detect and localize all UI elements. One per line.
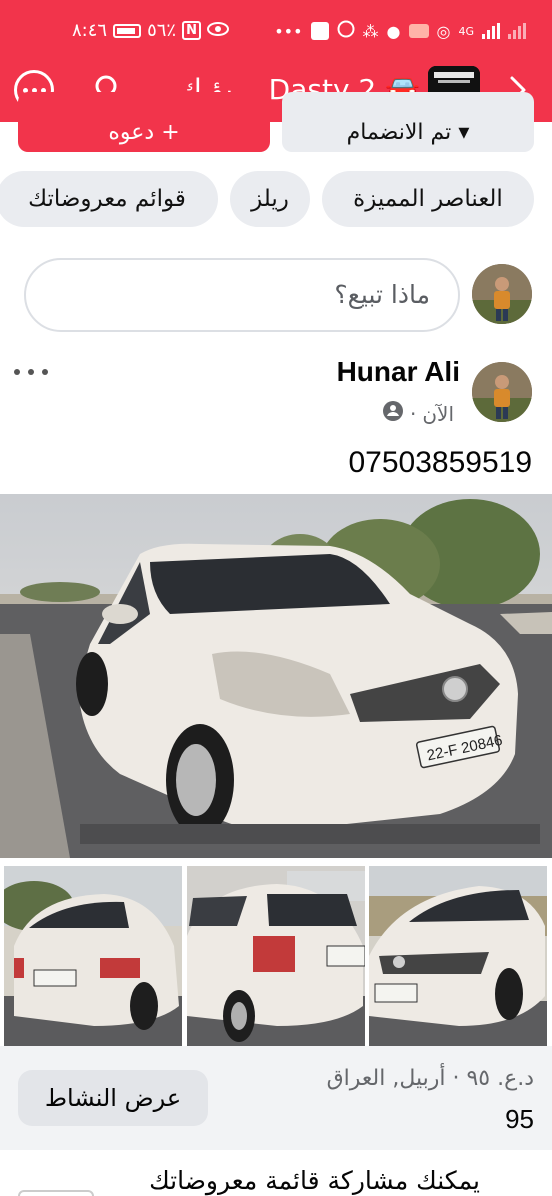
nfc-icon: N: [182, 21, 201, 40]
share-app-icon: ⁂: [362, 21, 379, 41]
chip-featured-items[interactable]: العناصر المميزة: [322, 171, 534, 227]
listing-info-bar: عرض النشاط د.ع. ٩٥ · أربيل, العراق 95: [0, 1046, 552, 1150]
listing-price-location: د.ع. ٩٥ · أربيل, العراق: [326, 1066, 534, 1091]
marketplace-group-screen: ٨:٤٦ ٥٦٪ N ••• ⁂ ● ◎ 4G بؤ ك... Dasty 2 …: [0, 0, 552, 1196]
status-bar: ٨:٤٦ ٥٦٪ N ••• ⁂ ● ◎ 4G: [0, 0, 552, 64]
network-label: 4G: [458, 24, 474, 38]
post-meta: الآن ·: [382, 400, 454, 427]
invite-button[interactable]: دعوه +: [18, 92, 270, 152]
app-badge-icon: [408, 24, 429, 38]
post-more-options-icon[interactable]: [14, 360, 48, 384]
chevron-down-icon: ▾: [458, 120, 470, 145]
listing-price: 95: [505, 1104, 534, 1134]
chip-reels[interactable]: ريلز: [230, 171, 310, 227]
group-audience-icon: [382, 400, 404, 427]
invite-label: دعوه: [108, 120, 155, 145]
share-listing-prompt: يمكنك مشاركة قائمة معروضاتك: [149, 1166, 480, 1195]
share-listing-button[interactable]: [18, 1190, 94, 1196]
whatsapp-icon: [337, 20, 355, 42]
view-activity-button[interactable]: عرض النشاط: [18, 1070, 208, 1126]
post-author-name[interactable]: Hunar Ali: [337, 356, 460, 388]
app-notification-icon: [310, 22, 329, 40]
battery-icon: [113, 23, 142, 38]
post-main-photo[interactable]: 22-F 20846: [0, 494, 552, 858]
status-time: ٨:٤٦: [72, 20, 108, 41]
joined-label: تم الانضمام: [346, 120, 452, 145]
author-avatar[interactable]: [472, 362, 532, 422]
sell-composer-input[interactable]: ماذا تبيع؟: [24, 258, 460, 332]
eye-icon: [206, 20, 229, 41]
post-photo-thumbnail-2[interactable]: [187, 866, 365, 1046]
section-divider: [0, 1150, 552, 1156]
status-right: ••• ⁂ ● ◎ 4G: [274, 20, 526, 42]
post-photo-thumbnail-1[interactable]: [4, 866, 182, 1046]
chat-bubble-icon: ●: [386, 21, 401, 41]
chip-your-listings[interactable]: قوائم معروضاتك: [0, 171, 218, 227]
signal-2-icon: [508, 23, 526, 39]
add-person-icon: +: [161, 120, 180, 145]
user-avatar[interactable]: [472, 264, 532, 324]
post-photo-thumbnail-3[interactable]: [369, 866, 547, 1046]
post-body-text: 07503859519: [348, 446, 532, 479]
notification-dots-icon: •••: [274, 21, 303, 41]
joined-button[interactable]: تم الانضمام ▾: [282, 92, 534, 152]
status-left: ٨:٤٦ ٥٦٪ N: [72, 20, 229, 41]
post-time[interactable]: الآن: [422, 402, 454, 426]
battery-percent: ٥٦٪: [147, 20, 177, 41]
signal-icon: [482, 23, 500, 39]
hotspot-icon: ◎: [436, 21, 451, 41]
